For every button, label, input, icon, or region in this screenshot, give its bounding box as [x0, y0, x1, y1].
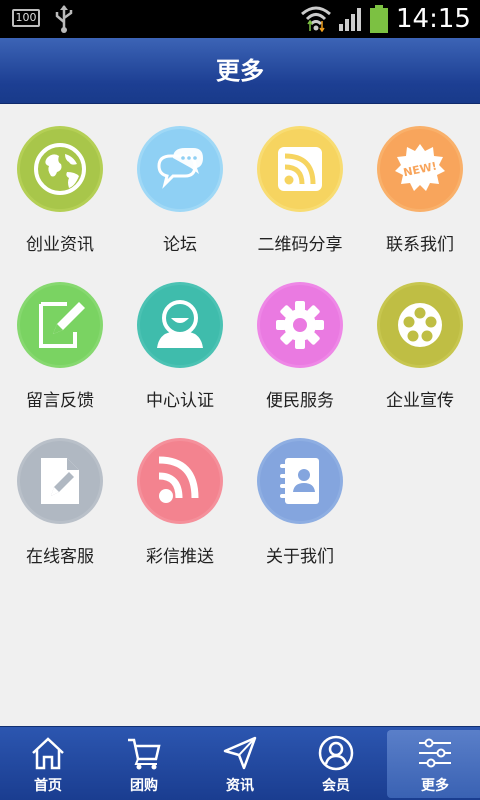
- new-badge-icon: NEW!: [377, 126, 463, 212]
- film-reel-icon: [377, 282, 463, 368]
- nav-label: 团购: [130, 778, 158, 794]
- status-bar: 100 14:15: [0, 0, 480, 38]
- rss-square-icon: [257, 126, 343, 212]
- grid-item-company-promo[interactable]: 企业宣传: [360, 260, 480, 416]
- grid-item-label: 企业宣传: [386, 391, 454, 411]
- home-icon: [32, 737, 64, 770]
- user-icon: [137, 282, 223, 368]
- grid-item-label: 创业资讯: [26, 235, 94, 255]
- wifi-icon: [301, 6, 331, 32]
- chat-bubbles-icon: [137, 126, 223, 212]
- feature-grid: 创业资讯 论坛 二维码分享 NEW! 联系我们 留言反馈 中心认证 便民服务 企…: [0, 104, 480, 726]
- grid-item-label: 中心认证: [146, 391, 214, 411]
- nav-item-member[interactable]: 会员: [288, 727, 384, 800]
- grid-item-services[interactable]: 便民服务: [240, 260, 360, 416]
- grid-item-startup-news[interactable]: 创业资讯: [0, 104, 120, 260]
- nav-item-more[interactable]: 更多: [387, 730, 480, 798]
- bottom-nav: 首页 团购 资讯 会员 更多: [0, 726, 480, 800]
- grid-item-label: 在线客服: [26, 547, 94, 567]
- clock: 14:15: [396, 4, 471, 34]
- rss-icon: [137, 438, 223, 524]
- battery-saver-icon: 100: [12, 9, 40, 27]
- signal-icon: [339, 8, 361, 31]
- grid-item-forum[interactable]: 论坛: [120, 104, 240, 260]
- grid-item-online-support[interactable]: 在线客服: [0, 416, 120, 572]
- nav-label: 更多: [421, 778, 449, 794]
- gear-icon: [257, 282, 343, 368]
- contacts-book-icon: [257, 438, 343, 524]
- grid-item-qr-share[interactable]: 二维码分享: [240, 104, 360, 260]
- battery-icon: [370, 5, 388, 33]
- paper-plane-icon: [223, 736, 257, 770]
- grid-item-label: 论坛: [163, 235, 197, 255]
- sliders-icon: [419, 738, 451, 768]
- nav-label: 首页: [34, 778, 62, 794]
- edit-note-icon: [17, 282, 103, 368]
- document-edit-icon: [17, 438, 103, 524]
- grid-item-label: 联系我们: [386, 235, 454, 255]
- nav-item-group-buy[interactable]: 团购: [96, 727, 192, 800]
- grid-item-contact-us[interactable]: NEW! 联系我们: [360, 104, 480, 260]
- grid-item-label: 彩信推送: [146, 547, 214, 567]
- nav-label: 会员: [322, 778, 350, 794]
- grid-item-label: 关于我们: [266, 547, 334, 567]
- grid-item-center-auth[interactable]: 中心认证: [120, 260, 240, 416]
- grid-item-about-us[interactable]: 关于我们: [240, 416, 360, 572]
- grid-item-label: 留言反馈: [26, 391, 94, 411]
- globe-icon: [17, 126, 103, 212]
- member-icon: [318, 735, 354, 771]
- cart-icon: [128, 738, 161, 770]
- nav-item-news[interactable]: 资讯: [192, 727, 288, 800]
- title-bar: 更多: [0, 38, 480, 104]
- page-title: 更多: [216, 57, 264, 85]
- grid-item-feedback[interactable]: 留言反馈: [0, 260, 120, 416]
- grid-item-label: 二维码分享: [257, 235, 343, 255]
- nav-label: 资讯: [226, 778, 254, 794]
- grid-item-label: 便民服务: [266, 391, 334, 411]
- grid-item-mms-push[interactable]: 彩信推送: [120, 416, 240, 572]
- usb-icon: [55, 5, 73, 33]
- nav-item-home[interactable]: 首页: [0, 727, 96, 800]
